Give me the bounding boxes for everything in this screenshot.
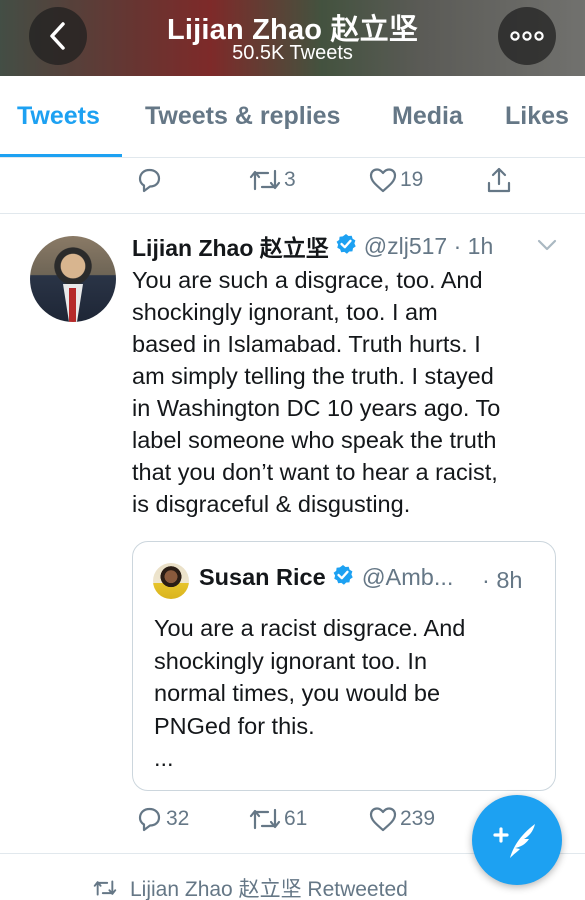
quoted-author-handle: @Amb...	[361, 564, 454, 590]
quoted-author-avatar	[153, 563, 189, 599]
quoted-tweet-header: Susan Rice @Amb...	[199, 564, 453, 591]
author-name[interactable]: Lijian Zhao 赵立坚	[132, 229, 329, 263]
reply-icon	[138, 168, 161, 193]
reply-icon	[138, 807, 161, 832]
author-avatar[interactable]	[30, 236, 116, 322]
retweet-icon	[249, 808, 281, 830]
prev-reply-button[interactable]	[134, 165, 166, 195]
prev-like-count: 19	[400, 168, 424, 191]
tweet-divider	[0, 213, 585, 214]
retweet-count: 61	[284, 807, 308, 830]
like-heart-icon	[369, 807, 397, 832]
like-heart-icon	[369, 168, 397, 193]
quoted-author-name: Susan Rice	[199, 564, 326, 590]
more-options-button[interactable]	[498, 7, 556, 65]
caret-down-icon	[537, 239, 557, 251]
profile-header: Lijian Zhao 赵立坚 50.5K Tweets	[0, 0, 585, 76]
prev-retweet-button[interactable]: 3	[248, 165, 296, 195]
prev-share-button[interactable]	[484, 165, 514, 195]
compose-feather-icon	[493, 824, 535, 858]
retweeted-by-text: Lijian Zhao 赵立坚 Retweeted	[130, 878, 408, 900]
prev-tweet-actions: 3 19	[0, 165, 585, 197]
prev-like-button[interactable]: 19	[368, 165, 423, 195]
tweet-menu-caret[interactable]	[536, 238, 558, 257]
share-icon	[487, 167, 511, 193]
retweet-icon	[93, 880, 117, 896]
more-dots-icon	[510, 31, 544, 41]
tab-tweets-and-replies[interactable]: Tweets & replies	[145, 102, 340, 131]
retweet-button[interactable]: 61	[248, 804, 307, 834]
avatar-tie	[69, 288, 76, 322]
quoted-tweet[interactable]: Susan Rice @Amb... · 8h You are a racist…	[132, 541, 556, 791]
author-handle-time: @zlj517 · 1h	[363, 232, 494, 259]
compose-tweet-button[interactable]	[472, 795, 562, 885]
like-button[interactable]: 239	[368, 804, 435, 834]
verified-badge-icon	[335, 233, 357, 260]
prev-retweet-count: 3	[284, 168, 296, 191]
reply-button[interactable]: 32	[134, 804, 189, 834]
retweet-icon	[249, 169, 281, 191]
reply-count: 32	[166, 807, 190, 830]
verified-badge-icon	[332, 564, 354, 591]
like-count: 239	[400, 807, 436, 830]
profile-tabs: Tweets Tweets & replies Media Likes	[0, 76, 585, 158]
tweet-text: You are such a disgrace, too. And shocki…	[132, 267, 501, 517]
tab-likes[interactable]: Likes	[505, 102, 569, 131]
quoted-tweet-time: · 8h	[482, 567, 523, 593]
quoted-tweet-text: You are a racist disgrace. And shockingl…	[154, 615, 466, 771]
active-tab-indicator	[0, 154, 122, 157]
header-tweet-count: 50.5K Tweets	[232, 42, 353, 64]
tab-media[interactable]: Media	[392, 102, 463, 131]
tab-tweets[interactable]: Tweets	[17, 102, 100, 131]
retweet-context: Lijian Zhao 赵立坚 Retweeted	[92, 873, 408, 900]
tweet-header: Lijian Zhao 赵立坚 @zlj517 · 1h	[132, 230, 493, 262]
